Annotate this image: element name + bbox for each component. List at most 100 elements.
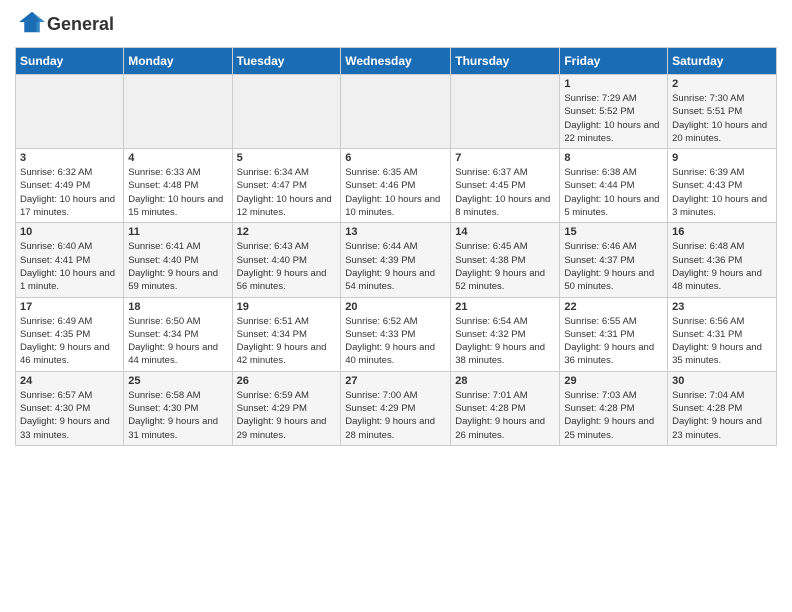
logo-icon: [17, 10, 47, 34]
day-info: Sunrise: 6:41 AM Sunset: 4:40 PM Dayligh…: [128, 240, 227, 293]
calendar-week-row: 17 Sunrise: 6:49 AM Sunset: 4:35 PM Dayli…: [16, 297, 777, 371]
calendar-cell: 3Sunrise: 6:32 AM Sunset: 4:49 PM Daylig…: [16, 149, 124, 223]
day-number: 25: [128, 375, 227, 387]
day-info: Sunrise: 6:49 AM Sunset: 4:35 PM Dayligh…: [20, 315, 119, 368]
calendar-cell: 12Sunrise: 6:43 AM Sunset: 4:40 PM Dayli…: [232, 223, 341, 297]
calendar-cell: 22 Sunrise: 6:55 AM Sunset: 4:31 PM Dayli…: [560, 297, 668, 371]
day-info: Sunrise: 6:50 AM Sunset: 4:34 PM Dayligh…: [128, 315, 227, 368]
calendar-week-row: 24 Sunrise: 6:57 AM Sunset: 4:30 PM Dayli…: [16, 371, 777, 445]
calendar-header-saturday: Saturday: [668, 48, 777, 75]
day-info: Sunrise: 6:54 AM Sunset: 4:32 PM Dayligh…: [455, 315, 555, 368]
day-number: 3: [20, 152, 119, 164]
day-info: Sunrise: 6:58 AM Sunset: 4:30 PM Dayligh…: [128, 389, 227, 442]
calendar-cell: 30 Sunrise: 7:04 AM Sunset: 4:28 PM Dayli…: [668, 371, 777, 445]
day-number: 5: [237, 152, 337, 164]
calendar-cell: 15Sunrise: 6:46 AM Sunset: 4:37 PM Dayli…: [560, 223, 668, 297]
calendar-cell: 23 Sunrise: 6:56 AM Sunset: 4:31 PM Dayli…: [668, 297, 777, 371]
day-info: Sunrise: 6:38 AM Sunset: 4:44 PM Dayligh…: [564, 166, 663, 219]
calendar-cell: 9 Sunrise: 6:39 AM Sunset: 4:43 PM Daylig…: [668, 149, 777, 223]
calendar-cell: 18 Sunrise: 6:50 AM Sunset: 4:34 PM Dayli…: [124, 297, 232, 371]
day-info: Sunrise: 6:51 AM Sunset: 4:34 PM Dayligh…: [237, 315, 337, 368]
calendar-cell: [451, 75, 560, 149]
day-number: 6: [345, 152, 446, 164]
calendar-cell: 21 Sunrise: 6:54 AM Sunset: 4:32 PM Dayli…: [451, 297, 560, 371]
day-number: 16: [672, 226, 772, 238]
day-number: 26: [237, 375, 337, 387]
calendar-cell: [124, 75, 232, 149]
page-header: General: [15, 10, 777, 39]
day-info: Sunrise: 6:48 AM Sunset: 4:36 PM Dayligh…: [672, 240, 772, 293]
day-info: Sunrise: 7:00 AM Sunset: 4:29 PM Dayligh…: [345, 389, 446, 442]
day-number: 17: [20, 301, 119, 313]
day-info: Sunrise: 6:34 AM Sunset: 4:47 PM Dayligh…: [237, 166, 337, 219]
calendar-cell: 7 Sunrise: 6:37 AM Sunset: 4:45 PM Daylig…: [451, 149, 560, 223]
calendar-cell: 19 Sunrise: 6:51 AM Sunset: 4:34 PM Dayli…: [232, 297, 341, 371]
calendar-cell: 6Sunrise: 6:35 AM Sunset: 4:46 PM Daylig…: [341, 149, 451, 223]
calendar-header-tuesday: Tuesday: [232, 48, 341, 75]
day-info: Sunrise: 6:59 AM Sunset: 4:29 PM Dayligh…: [237, 389, 337, 442]
day-info: Sunrise: 7:29 AM Sunset: 5:52 PM Dayligh…: [564, 92, 663, 145]
day-number: 13: [345, 226, 446, 238]
day-number: 29: [564, 375, 663, 387]
calendar-header-wednesday: Wednesday: [341, 48, 451, 75]
calendar-cell: 8 Sunrise: 6:38 AM Sunset: 4:44 PM Daylig…: [560, 149, 668, 223]
calendar-cell: 17 Sunrise: 6:49 AM Sunset: 4:35 PM Dayli…: [16, 297, 124, 371]
calendar-header-row: SundayMondayTuesdayWednesdayThursdayFrid…: [16, 48, 777, 75]
calendar-header-friday: Friday: [560, 48, 668, 75]
day-number: 28: [455, 375, 555, 387]
day-number: 7: [455, 152, 555, 164]
calendar-cell: 27 Sunrise: 7:00 AM Sunset: 4:29 PM Dayli…: [341, 371, 451, 445]
calendar-cell: [16, 75, 124, 149]
day-number: 18: [128, 301, 227, 313]
calendar-cell: [232, 75, 341, 149]
day-number: 24: [20, 375, 119, 387]
day-info: Sunrise: 6:44 AM Sunset: 4:39 PM Dayligh…: [345, 240, 446, 293]
calendar-cell: 26 Sunrise: 6:59 AM Sunset: 4:29 PM Dayli…: [232, 371, 341, 445]
day-info: Sunrise: 6:56 AM Sunset: 4:31 PM Dayligh…: [672, 315, 772, 368]
calendar-cell: 20 Sunrise: 6:52 AM Sunset: 4:33 PM Dayli…: [341, 297, 451, 371]
day-number: 27: [345, 375, 446, 387]
day-number: 1: [564, 78, 663, 90]
calendar-table: SundayMondayTuesdayWednesdayThursdayFrid…: [15, 47, 777, 446]
day-number: 19: [237, 301, 337, 313]
day-info: Sunrise: 7:30 AM Sunset: 5:51 PM Dayligh…: [672, 92, 772, 145]
calendar-cell: 10Sunrise: 6:40 AM Sunset: 4:41 PM Dayli…: [16, 223, 124, 297]
day-info: Sunrise: 6:52 AM Sunset: 4:33 PM Dayligh…: [345, 315, 446, 368]
day-info: Sunrise: 6:45 AM Sunset: 4:38 PM Dayligh…: [455, 240, 555, 293]
day-info: Sunrise: 6:57 AM Sunset: 4:30 PM Dayligh…: [20, 389, 119, 442]
day-info: Sunrise: 7:01 AM Sunset: 4:28 PM Dayligh…: [455, 389, 555, 442]
day-number: 22: [564, 301, 663, 313]
calendar-cell: 1 Sunrise: 7:29 AM Sunset: 5:52 PM Daylig…: [560, 75, 668, 149]
calendar-cell: 24 Sunrise: 6:57 AM Sunset: 4:30 PM Dayli…: [16, 371, 124, 445]
calendar-cell: 25 Sunrise: 6:58 AM Sunset: 4:30 PM Dayli…: [124, 371, 232, 445]
day-number: 30: [672, 375, 772, 387]
calendar-week-row: 10Sunrise: 6:40 AM Sunset: 4:41 PM Dayli…: [16, 223, 777, 297]
day-number: 21: [455, 301, 555, 313]
calendar-cell: 16 Sunrise: 6:48 AM Sunset: 4:36 PM Dayli…: [668, 223, 777, 297]
day-number: 8: [564, 152, 663, 164]
calendar-header-sunday: Sunday: [16, 48, 124, 75]
day-info: Sunrise: 6:43 AM Sunset: 4:40 PM Dayligh…: [237, 240, 337, 293]
day-info: Sunrise: 6:37 AM Sunset: 4:45 PM Dayligh…: [455, 166, 555, 219]
day-number: 15: [564, 226, 663, 238]
day-number: 4: [128, 152, 227, 164]
day-info: Sunrise: 6:39 AM Sunset: 4:43 PM Dayligh…: [672, 166, 772, 219]
calendar-header-thursday: Thursday: [451, 48, 560, 75]
day-number: 9: [672, 152, 772, 164]
calendar-cell: 4 Sunrise: 6:33 AM Sunset: 4:48 PM Daylig…: [124, 149, 232, 223]
calendar-cell: 13 Sunrise: 6:44 AM Sunset: 4:39 PM Dayli…: [341, 223, 451, 297]
logo: General: [15, 10, 114, 39]
day-number: 11: [128, 226, 227, 238]
calendar-cell: 28 Sunrise: 7:01 AM Sunset: 4:28 PM Dayli…: [451, 371, 560, 445]
day-info: Sunrise: 6:55 AM Sunset: 4:31 PM Dayligh…: [564, 315, 663, 368]
day-info: Sunrise: 7:04 AM Sunset: 4:28 PM Dayligh…: [672, 389, 772, 442]
calendar-cell: 5 Sunrise: 6:34 AM Sunset: 4:47 PM Daylig…: [232, 149, 341, 223]
day-info: Sunrise: 6:33 AM Sunset: 4:48 PM Dayligh…: [128, 166, 227, 219]
calendar-header-monday: Monday: [124, 48, 232, 75]
day-number: 23: [672, 301, 772, 313]
calendar-cell: [341, 75, 451, 149]
day-number: 2: [672, 78, 772, 90]
calendar-cell: 29Sunrise: 7:03 AM Sunset: 4:28 PM Dayli…: [560, 371, 668, 445]
day-number: 20: [345, 301, 446, 313]
day-info: Sunrise: 6:40 AM Sunset: 4:41 PM Dayligh…: [20, 240, 119, 293]
